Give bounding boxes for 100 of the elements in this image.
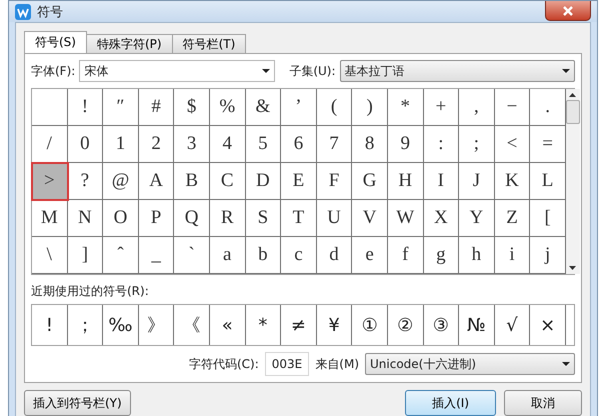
recent-symbol-cell[interactable]: ② <box>388 305 424 345</box>
symbol-cell[interactable]: − <box>494 89 530 126</box>
symbol-cell[interactable]: b <box>246 237 282 274</box>
symbol-cell[interactable]: F <box>316 163 352 200</box>
symbol-cell[interactable]: 5 <box>246 126 282 163</box>
symbol-cell[interactable]: E <box>281 163 317 200</box>
tab[interactable]: 符号栏(T) <box>172 34 246 53</box>
symbol-cell[interactable]: ] <box>68 237 104 274</box>
symbol-cell[interactable]: 7 <box>316 126 352 163</box>
symbol-cell[interactable]: N <box>68 200 104 237</box>
symbol-cell[interactable]: & <box>246 89 282 126</box>
symbol-cell[interactable]: V <box>352 200 388 237</box>
symbol-cell[interactable]: _ <box>138 237 174 274</box>
symbol-cell[interactable]: K <box>494 163 530 200</box>
symbol-cell[interactable]: , <box>459 89 495 126</box>
symbol-cell[interactable]: ’ <box>281 89 317 126</box>
symbol-cell[interactable]: c <box>281 237 317 274</box>
recent-symbol-cell[interactable]: * <box>246 305 282 345</box>
symbol-cell[interactable]: D <box>246 163 282 200</box>
symbol-cell[interactable]: $ <box>174 89 210 126</box>
scroll-thumb[interactable] <box>566 100 580 124</box>
symbol-cell[interactable]: S <box>246 200 282 237</box>
symbol-cell[interactable]: X <box>424 200 460 237</box>
symbol-cell[interactable]: 0 <box>68 126 104 163</box>
scroll-up-icon[interactable] <box>569 93 576 97</box>
symbol-cell[interactable] <box>32 89 68 126</box>
symbol-cell[interactable]: 1 <box>103 126 139 163</box>
symbol-cell[interactable]: 8 <box>352 126 388 163</box>
symbol-cell[interactable]: A <box>138 163 174 200</box>
symbol-cell[interactable]: % <box>210 89 246 126</box>
app-logo-icon <box>15 4 31 20</box>
symbol-cell[interactable]: T <box>281 200 317 237</box>
symbol-cell[interactable]: > <box>32 163 68 200</box>
symbol-cell[interactable]: Z <box>494 200 530 237</box>
symbol-cell[interactable]: : <box>424 126 460 163</box>
font-dropdown[interactable]: 宋体 <box>79 60 276 82</box>
symbol-cell[interactable]: 2 <box>138 126 174 163</box>
symbol-cell[interactable]: * <box>388 89 424 126</box>
symbol-cell[interactable]: \ <box>32 237 68 274</box>
tab[interactable]: 特殊字符(P) <box>86 34 173 53</box>
recent-symbol-cell[interactable]: 》 <box>138 305 174 345</box>
cancel-button[interactable]: 取消 <box>504 390 582 416</box>
insert-button[interactable]: 插入(I) <box>405 390 496 416</box>
recent-symbol-cell[interactable]: ③ <box>424 305 460 345</box>
scrollbar[interactable] <box>566 89 580 274</box>
symbol-cell[interactable]: a <box>210 237 246 274</box>
symbol-cell[interactable]: ) <box>352 89 388 126</box>
symbol-cell[interactable]: P <box>138 200 174 237</box>
symbol-cell[interactable]: 3 <box>174 126 210 163</box>
symbol-cell[interactable]: 6 <box>281 126 317 163</box>
symbol-cell[interactable]: J <box>459 163 495 200</box>
symbol-cell[interactable]: B <box>174 163 210 200</box>
recent-symbol-cell[interactable]: ¥ <box>316 305 352 345</box>
symbol-cell[interactable]: e <box>352 237 388 274</box>
recent-symbol-cell[interactable]: ① <box>352 305 388 345</box>
add-to-bar-button[interactable]: 插入到符号栏(Y) <box>24 390 131 416</box>
symbol-cell[interactable]: @ <box>103 163 139 200</box>
symbol-cell[interactable]: d <box>316 237 352 274</box>
subset-dropdown[interactable]: 基本拉丁语 <box>340 60 575 82</box>
symbol-cell[interactable]: ? <box>68 163 104 200</box>
symbol-cell[interactable]: Q <box>174 200 210 237</box>
symbol-cell[interactable]: M <box>32 200 68 237</box>
symbol-cell[interactable]: G <box>352 163 388 200</box>
symbol-cell[interactable]: ″ <box>103 89 139 126</box>
symbol-cell[interactable]: O <box>103 200 139 237</box>
symbol-cell[interactable]: H <box>388 163 424 200</box>
symbol-cell[interactable]: ; <box>459 126 495 163</box>
tab[interactable]: 符号(S) <box>24 31 87 53</box>
recent-symbol-cell[interactable]: ； <box>68 305 104 345</box>
symbol-cell[interactable]: ˆ <box>103 237 139 274</box>
recent-symbol-cell[interactable]: ≠ <box>281 305 317 345</box>
recent-symbol-cell[interactable]: × <box>530 305 566 345</box>
recent-symbol-cell[interactable]: ‰ <box>103 305 139 345</box>
recent-symbol-cell[interactable]: √ <box>494 305 530 345</box>
symbol-cell[interactable]: I <box>424 163 460 200</box>
symbol-cell[interactable]: 9 <box>388 126 424 163</box>
symbol-cell[interactable]: ! <box>68 89 104 126</box>
from-dropdown[interactable]: Unicode(十六进制) <box>365 353 575 375</box>
char-code-field[interactable]: 003E <box>264 352 310 376</box>
symbol-cell[interactable]: h <box>459 237 495 274</box>
scroll-down-icon[interactable] <box>569 266 576 270</box>
symbol-cell[interactable]: Y <box>459 200 495 237</box>
symbol-cell[interactable]: R <box>210 200 246 237</box>
symbol-cell[interactable]: C <box>210 163 246 200</box>
recent-symbol-cell[interactable]: « <box>210 305 246 345</box>
symbol-cell[interactable]: ` <box>174 237 210 274</box>
symbol-cell[interactable]: # <box>138 89 174 126</box>
symbol-cell[interactable]: i <box>494 237 530 274</box>
symbol-cell[interactable]: U <box>316 200 352 237</box>
recent-symbol-cell[interactable]: № <box>459 305 495 345</box>
symbol-cell[interactable]: 4 <box>210 126 246 163</box>
symbol-cell[interactable]: g <box>424 237 460 274</box>
symbol-cell[interactable]: ( <box>316 89 352 126</box>
symbol-cell[interactable]: < <box>494 126 530 163</box>
recent-symbol-cell[interactable]: ! <box>32 305 68 345</box>
symbol-cell[interactable]: + <box>424 89 460 126</box>
symbol-cell[interactable]: f <box>388 237 424 274</box>
symbol-cell[interactable]: W <box>388 200 424 237</box>
recent-symbol-cell[interactable]: 《 <box>174 305 210 345</box>
close-button[interactable] <box>545 1 591 21</box>
